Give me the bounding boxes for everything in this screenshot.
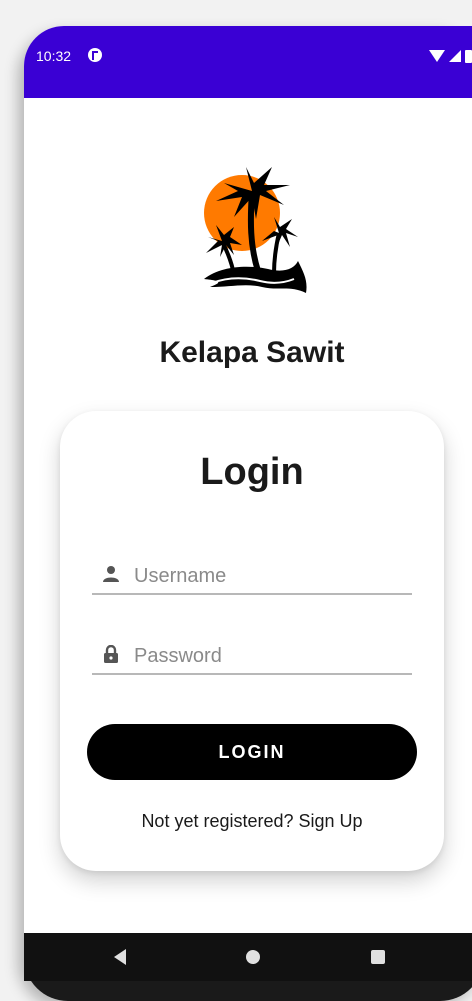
app-notification-icon bbox=[88, 48, 102, 62]
status-time: 10:32 bbox=[36, 48, 72, 64]
navigation-bar bbox=[24, 933, 472, 981]
status-icons bbox=[429, 48, 472, 64]
lock-icon bbox=[104, 645, 118, 663]
app-screen: 10:32 Kelapa Sawit Login Username LOGIN … bbox=[24, 26, 472, 981]
app-title: Kelapa Sawit bbox=[159, 336, 345, 369]
username-input[interactable] bbox=[132, 561, 406, 591]
status-bar: 10:32 bbox=[24, 26, 472, 98]
wifi-icon bbox=[429, 50, 445, 62]
battery-icon bbox=[465, 49, 472, 63]
username-field[interactable] bbox=[92, 559, 412, 595]
password-field[interactable] bbox=[92, 639, 412, 675]
password-input[interactable] bbox=[132, 641, 406, 671]
login-title: Login bbox=[200, 451, 304, 493]
person-icon bbox=[103, 566, 119, 582]
back-icon[interactable] bbox=[114, 949, 126, 965]
login-button[interactable]: LOGIN bbox=[87, 724, 417, 780]
home-icon[interactable] bbox=[246, 950, 260, 964]
login-card: Login LOGIN Not yet registered? Sign Up bbox=[60, 411, 444, 871]
signup-link[interactable]: Not yet registered? Sign Up bbox=[60, 811, 444, 832]
palm-tree-sunset-logo bbox=[204, 167, 307, 293]
recents-icon[interactable] bbox=[371, 950, 385, 964]
signal-icon bbox=[449, 50, 461, 62]
